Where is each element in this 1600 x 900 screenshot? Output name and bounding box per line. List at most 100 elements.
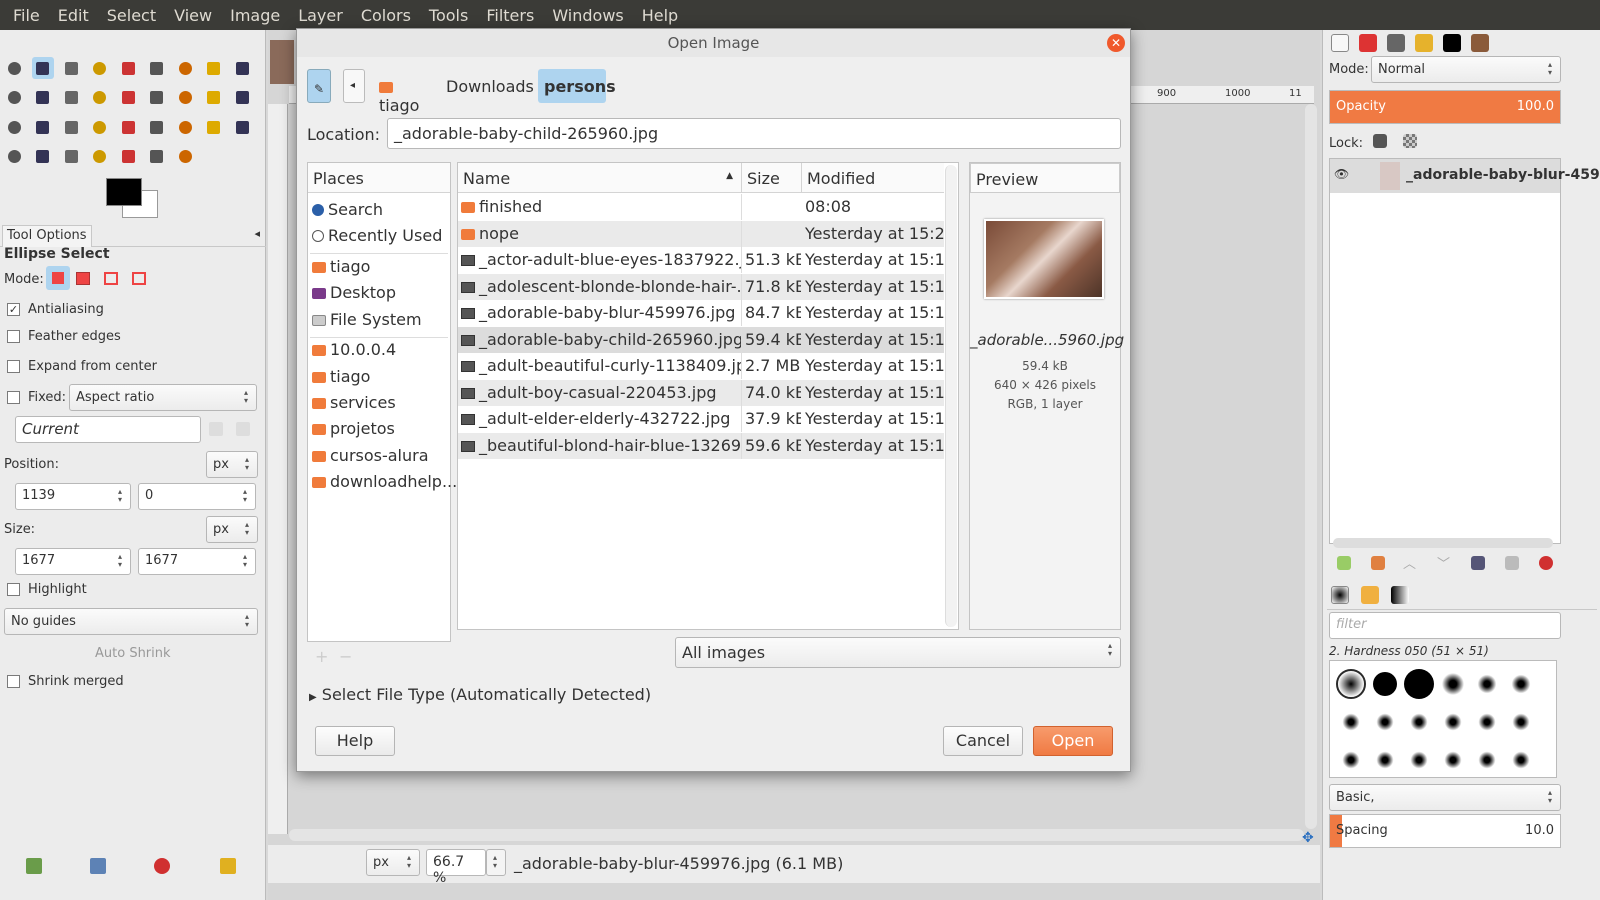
menu-view[interactable]: View [165, 6, 221, 25]
heal-tool[interactable] [60, 146, 82, 168]
eye-icon[interactable]: 👁 [1334, 167, 1349, 181]
tab-layers-icon[interactable] [1331, 34, 1349, 52]
brush-thumbnail[interactable] [1510, 673, 1532, 695]
file-row[interactable]: _adult-boy-casual-220453.jpg 74.0 kB Yeste… [458, 379, 945, 406]
restore-options-icon[interactable] [90, 858, 106, 874]
scissors-select-tool[interactable] [146, 57, 168, 79]
files-scrollbar[interactable] [945, 165, 957, 627]
vertical-ruler[interactable] [268, 104, 288, 834]
brush-thumbnail[interactable] [1373, 672, 1397, 696]
tab-channels-icon[interactable] [1359, 34, 1377, 52]
anchor-layer-icon[interactable] [1505, 556, 1519, 570]
brush-thumbnail[interactable] [1375, 712, 1395, 732]
text-tool[interactable] [60, 116, 82, 138]
tab-brushes-icon[interactable] [1471, 34, 1489, 52]
image-tab-thumbnail[interactable] [270, 40, 294, 84]
brush-thumbnail[interactable] [1336, 669, 1366, 699]
column-size-header[interactable]: Size [741, 163, 801, 193]
airbrush-tool[interactable] [231, 116, 253, 138]
file-row[interactable]: nope Yesterday at 15:22 [458, 220, 945, 247]
menu-colors[interactable]: Colors [352, 6, 420, 25]
align-tool[interactable] [89, 87, 111, 109]
mode-add-button[interactable] [76, 272, 90, 285]
brush-thumbnail[interactable] [1341, 712, 1361, 732]
brush-thumbnail[interactable] [1476, 673, 1498, 695]
raise-layer-icon[interactable]: ︿ [1403, 553, 1416, 572]
guides-select[interactable]: No guides [4, 608, 258, 635]
size-height-input[interactable]: 1677 [138, 548, 256, 575]
lock-pixels-icon[interactable] [1373, 134, 1387, 148]
trash-icon[interactable] [209, 422, 223, 436]
add-bookmark-icon[interactable]: + [315, 647, 328, 666]
move-tool[interactable] [60, 87, 82, 109]
place-item[interactable]: services [312, 393, 396, 412]
brush-thumbnail[interactable] [1477, 750, 1497, 770]
place-item[interactable]: cursos-alura [312, 446, 429, 465]
path-persons-button[interactable]: persons [538, 69, 616, 103]
paintbrush-tool[interactable] [174, 116, 196, 138]
pencil-tool[interactable] [146, 116, 168, 138]
panel-menu-icon[interactable]: ◂ [254, 227, 260, 240]
position-y-input[interactable]: 0 [138, 483, 256, 510]
brush-thumbnail[interactable] [1477, 712, 1497, 732]
handle-transform-tool[interactable] [89, 116, 111, 138]
mode-replace-button[interactable] [46, 266, 70, 290]
place-item[interactable]: tiago [312, 257, 370, 276]
eraser-tool[interactable] [203, 116, 225, 138]
brush-thumbnail[interactable] [1511, 750, 1531, 770]
file-type-expander[interactable]: ▶ Select File Type (Automatically Detect… [309, 685, 651, 704]
new-group-icon[interactable] [1371, 556, 1385, 570]
brush-thumbnail[interactable] [1409, 712, 1429, 732]
shear-tool[interactable] [231, 87, 253, 109]
layers-scrollbar[interactable] [1333, 538, 1553, 548]
horizontal-scrollbar[interactable] [289, 829, 1304, 841]
menu-file[interactable]: File [4, 6, 49, 25]
layer-row[interactable]: 👁 _adorable-baby-blur-4599 [1330, 159, 1600, 193]
expand-checkbox[interactable] [7, 360, 20, 373]
column-name-header[interactable]: Name ▲ [458, 163, 741, 193]
dodge-burn-tool[interactable] [174, 146, 196, 168]
color-picker-tool[interactable] [231, 57, 253, 79]
spacing-slider[interactable]: Spacing 10.0 [1329, 814, 1561, 848]
menu-select[interactable]: Select [98, 6, 165, 25]
clone-tool[interactable] [32, 146, 54, 168]
file-row[interactable]: _adolescent-blonde-blonde-hair-... 71.8 k… [458, 273, 945, 300]
menu-edit[interactable]: Edit [49, 6, 98, 25]
brush-filter-input[interactable]: filter [1329, 612, 1561, 639]
gradient-tool[interactable] [117, 116, 139, 138]
column-modified-header[interactable]: Modified [801, 163, 944, 193]
cancel-button[interactable]: Cancel [943, 726, 1023, 756]
reset-options-icon[interactable] [220, 858, 236, 874]
feather-checkbox[interactable] [7, 330, 20, 343]
path-tiago-button[interactable]: tiago [373, 69, 435, 115]
fixed-checkbox[interactable] [7, 391, 20, 404]
zoom-input[interactable]: 66.7 % [426, 849, 486, 886]
color-select-tool[interactable] [117, 57, 139, 79]
fuzzy-select-tool[interactable] [89, 57, 111, 79]
place-item[interactable]: Recently Used [312, 226, 442, 245]
tab-undo-icon[interactable] [1415, 34, 1433, 52]
ink-tool[interactable] [3, 146, 25, 168]
brush-preset-select[interactable]: Basic, [1329, 784, 1561, 811]
tab-colors-icon[interactable] [1443, 34, 1461, 52]
file-row[interactable]: finished 08:08 [458, 194, 944, 220]
menu-filters[interactable]: Filters [477, 6, 543, 25]
file-row[interactable]: _beautiful-blond-hair-blue-13269... 59.6 … [458, 432, 945, 459]
open-button[interactable]: Open [1033, 726, 1113, 756]
path-downloads-button[interactable]: Downloads [440, 69, 534, 103]
brush-grid[interactable] [1329, 660, 1557, 778]
delete-options-icon[interactable] [154, 858, 170, 874]
foreground-color-swatch[interactable] [106, 178, 142, 206]
menu-tools[interactable]: Tools [420, 6, 477, 25]
place-item[interactable]: downloadhelp... [312, 472, 457, 491]
flip-tool[interactable] [32, 116, 54, 138]
opacity-slider[interactable]: Opacity 100.0 [1329, 90, 1561, 124]
vertical-scrollbar[interactable] [1305, 104, 1317, 829]
tab-paths-icon[interactable] [1387, 34, 1405, 52]
auto-shrink-button[interactable]: Auto Shrink [95, 646, 171, 661]
antialiasing-checkbox[interactable]: ✓ [7, 303, 20, 316]
place-item[interactable]: 10.0.0.4 [312, 340, 396, 359]
place-item[interactable]: tiago [312, 367, 370, 386]
path-back-button[interactable]: ◂ [343, 69, 365, 103]
unit-select[interactable]: px [366, 849, 420, 876]
